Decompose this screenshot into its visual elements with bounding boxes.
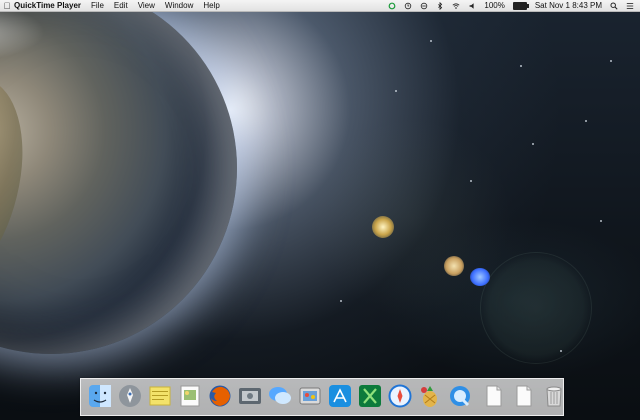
- star: [470, 180, 472, 182]
- menu-edit[interactable]: Edit: [114, 1, 128, 10]
- finder-icon: [89, 385, 111, 407]
- document-icon: [516, 385, 532, 407]
- app-store-icon: [329, 385, 351, 407]
- firefox-icon: [209, 385, 231, 407]
- battery-percent[interactable]: 100%: [484, 1, 504, 10]
- star: [560, 350, 562, 352]
- lens-flare: [470, 268, 490, 286]
- notification-center-icon[interactable]: [626, 2, 634, 10]
- dock-item-launchpad[interactable]: [117, 381, 143, 411]
- dock-item-safari[interactable]: [387, 381, 413, 411]
- clock[interactable]: Sat Nov 1 8:43 PM: [535, 1, 602, 10]
- dock-item-photo-booth[interactable]: [297, 381, 323, 411]
- volume-icon[interactable]: [468, 2, 476, 10]
- lens-flare: [372, 216, 394, 238]
- excel-icon: [359, 385, 381, 407]
- menu-bar:  QuickTime Player File Edit View Window…: [0, 0, 640, 12]
- dock-item-finder[interactable]: [87, 381, 113, 411]
- star: [430, 40, 432, 42]
- dock-item-quicktime[interactable]: [447, 381, 473, 411]
- continent-shape: [0, 69, 34, 285]
- document-icon: [486, 385, 502, 407]
- star: [395, 90, 397, 92]
- lens-flare: [444, 256, 464, 276]
- desktop-wallpaper: [0, 0, 640, 420]
- messages-icon: [269, 387, 291, 404]
- apple-logo-icon[interactable]: : [0, 1, 14, 11]
- dock-item-dvd-player[interactable]: [237, 381, 263, 411]
- wifi-icon[interactable]: [452, 2, 460, 10]
- spotlight-search-icon[interactable]: [610, 1, 618, 10]
- menu-window[interactable]: Window: [165, 1, 193, 10]
- do-not-disturb-icon[interactable]: [420, 2, 428, 10]
- menu-view[interactable]: View: [138, 1, 155, 10]
- dock-item-app-store[interactable]: [327, 381, 353, 411]
- time-machine-icon[interactable]: [404, 2, 412, 10]
- earth-image: [0, 0, 237, 354]
- menu-help[interactable]: Help: [203, 1, 219, 10]
- dock-item-messages[interactable]: [267, 381, 293, 411]
- star: [520, 65, 522, 67]
- bluetooth-icon[interactable]: [436, 1, 444, 10]
- dock-item-firefox[interactable]: [207, 381, 233, 411]
- status-green-icon[interactable]: [388, 2, 396, 10]
- dock-item-document-2[interactable]: [511, 381, 537, 411]
- dock: [80, 378, 564, 416]
- dock-item-stickies[interactable]: [147, 381, 173, 411]
- lens-flare: [312, 118, 512, 318]
- star: [532, 143, 534, 145]
- status-area: 100% Sat Nov 1 8:43 PM: [388, 1, 640, 10]
- menu-app-name[interactable]: QuickTime Player: [14, 1, 81, 10]
- stickies-icon: [149, 386, 171, 406]
- dock-item-trash[interactable]: [541, 381, 567, 411]
- menu-file[interactable]: File: [91, 1, 104, 10]
- safari-icon: [388, 384, 412, 408]
- trash-icon: [546, 386, 562, 407]
- star: [600, 220, 602, 222]
- battery-icon[interactable]: [512, 1, 529, 10]
- star: [610, 60, 612, 62]
- dock-item-preview[interactable]: [177, 381, 203, 411]
- pineapple-icon: [421, 386, 437, 407]
- star: [585, 120, 587, 122]
- quicktime-icon: [450, 386, 470, 407]
- dock-item-document-1[interactable]: [481, 381, 507, 411]
- rocket-icon: [119, 385, 141, 407]
- dvd-player-icon: [239, 388, 261, 404]
- lens-flare: [480, 252, 592, 364]
- dock-item-excel[interactable]: [357, 381, 383, 411]
- dock-item-fruit-app[interactable]: [417, 381, 443, 411]
- preview-icon: [180, 385, 200, 407]
- photo-icon: [299, 387, 321, 405]
- star: [340, 300, 342, 302]
